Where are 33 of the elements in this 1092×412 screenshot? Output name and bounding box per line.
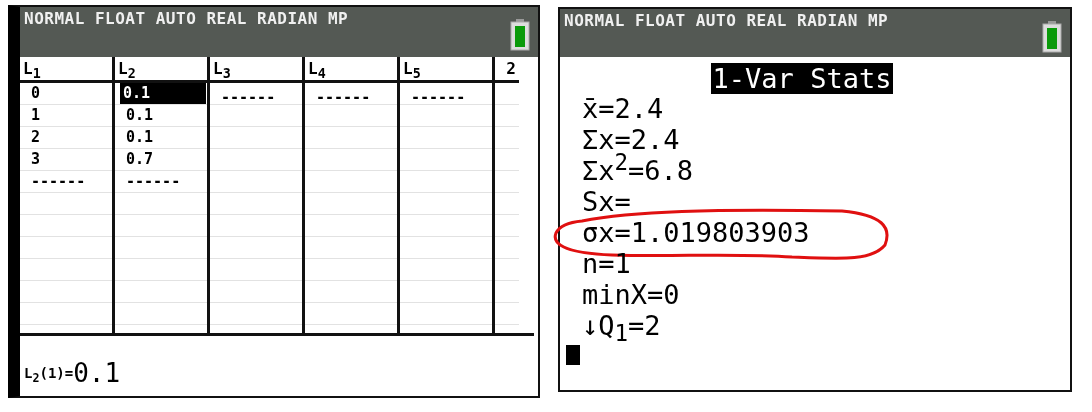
stat-line: σx=1.019803903 — [582, 217, 810, 248]
table-cell[interactable]: ------ — [123, 171, 184, 192]
table-cell[interactable]: 2 — [28, 127, 44, 148]
table-cell[interactable]: 0.1 — [123, 105, 157, 126]
battery-icon — [510, 19, 530, 51]
table-cell[interactable]: 0.1 — [120, 83, 206, 104]
entry-value[interactable]: 0.1 — [73, 358, 121, 388]
stat-line: minX=0 — [582, 279, 680, 310]
table-cell[interactable]: 0 — [28, 83, 44, 104]
table-cell[interactable]: 0.1 — [123, 127, 157, 148]
stat-line: Σx$^{2}$=6.8 — [582, 155, 694, 186]
column-header[interactable]: L$_{5}$ — [403, 59, 421, 78]
column-header[interactable]: L$_{3}$ — [213, 59, 231, 78]
battery-icon — [1042, 21, 1062, 53]
table-cell[interactable]: 0.7 — [123, 149, 157, 170]
table-cell[interactable]: ------ — [218, 83, 279, 105]
mode-text: NORMAL FLOAT AUTO REAL RADIAN MP — [564, 11, 889, 30]
table-cell[interactable]: ------ — [313, 83, 374, 105]
mode-text: NORMAL FLOAT AUTO REAL RADIAN MP — [24, 9, 349, 28]
column-header[interactable]: 2 — [506, 59, 516, 80]
table-cell[interactable]: 3 — [28, 149, 44, 170]
table-cell[interactable]: 1 — [28, 105, 44, 126]
stat-line: Sx= — [582, 186, 631, 217]
column-header[interactable]: L$_{4}$ — [308, 59, 326, 78]
column-header[interactable]: L$_{2}$ — [118, 59, 136, 78]
table-cell[interactable]: ------ — [408, 83, 469, 105]
stat-line: n=1 — [582, 248, 631, 279]
stats-title: 1-Var Stats — [710, 63, 894, 94]
entry-label: L$_{2}$(1)= — [24, 365, 74, 381]
table-cell[interactable]: ------ — [28, 171, 89, 192]
column-header[interactable]: L$_{1}$ — [23, 59, 41, 78]
stat-line: ↓Q$_{1}$=2 — [582, 310, 661, 341]
stat-line: x̄=2.4 — [582, 93, 664, 124]
